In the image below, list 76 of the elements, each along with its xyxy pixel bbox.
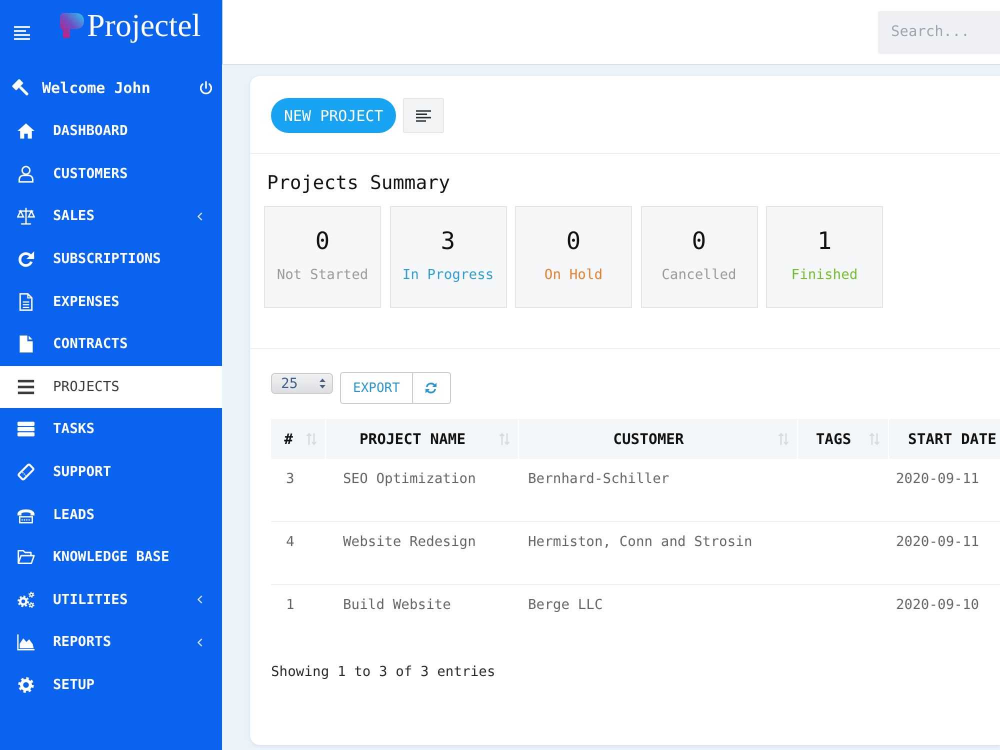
entries-info: Showing 1 to 3 of 3 entries — [271, 664, 496, 681]
sidebar-item[interactable]: KNOWLEDGE BASE — [0, 536, 222, 579]
column-header-cell[interactable]: START DATE — [889, 419, 1000, 459]
search-field[interactable]: Search... — [878, 10, 1000, 54]
gears-icon — [17, 590, 35, 609]
column-header-cell[interactable]: # — [271, 419, 325, 459]
sidebar-item[interactable]: SUBSCRIPTIONS — [0, 238, 222, 280]
stat-count: 0 — [692, 228, 706, 254]
page-size-select[interactable]: 25 — [271, 373, 333, 394]
folder-icon — [17, 548, 35, 566]
column-title: # — [283, 430, 294, 448]
stat-label: In Progress — [402, 267, 494, 284]
sidebar-item[interactable]: TASKS — [0, 408, 222, 451]
column-header-cell[interactable]: CUSTOMER — [519, 419, 797, 459]
column-title: CUSTOMER — [612, 430, 685, 448]
sidebar-item[interactable]: CUSTOMERS — [0, 152, 222, 196]
column-title: PROJECT NAME — [358, 430, 467, 448]
power-icon[interactable] — [199, 81, 213, 95]
hammer-icon — [12, 78, 31, 98]
sidebar-item[interactable]: SALES — [0, 195, 222, 238]
project-name: SEO Optimization — [343, 471, 476, 487]
start-date: 2020-09-10 — [896, 597, 980, 613]
project-number: 4 — [286, 534, 294, 550]
stat-count: 0 — [315, 228, 330, 254]
area-chart-icon — [17, 633, 35, 652]
project-number: 1 — [286, 597, 294, 613]
stat-count: 3 — [440, 228, 456, 254]
list-view-button[interactable] — [403, 98, 444, 133]
customer-name: Berge LLC — [528, 597, 603, 613]
document-icon — [17, 292, 35, 311]
user-icon — [17, 164, 35, 183]
refresh-button[interactable] — [412, 372, 451, 404]
column-header-cell[interactable]: PROJECT NAME — [326, 419, 518, 459]
project-name: Build Website — [343, 597, 451, 613]
sidebar-item[interactable]: PROJECTS — [0, 366, 222, 408]
start-date: 2020-09-11 — [896, 534, 980, 550]
sidebar-item[interactable]: SUPPORT — [0, 450, 222, 494]
project-name: Website Redesign — [343, 534, 476, 550]
stat-label: On Hold — [544, 267, 603, 284]
sidebar-item[interactable]: SETUP — [0, 664, 222, 706]
column-title: START DATE — [908, 430, 996, 448]
sidebar-item[interactable]: EXPENSES — [0, 280, 222, 323]
file-icon — [17, 335, 35, 354]
start-date: 2020-09-11 — [896, 471, 980, 487]
column-header-cell[interactable]: TAGS — [798, 419, 888, 459]
logo-icon — [60, 13, 84, 38]
customer-name: Hermiston, Conn and Strosin — [528, 534, 752, 550]
sidebar-item[interactable]: DASHBOARD — [0, 110, 222, 153]
refresh-icon — [425, 382, 438, 394]
project-number: 3 — [286, 471, 294, 487]
sidebar-item[interactable]: UTILITIES — [0, 578, 222, 622]
stat-count: 1 — [817, 228, 832, 254]
bars-icon — [17, 378, 35, 396]
section-title: Projects Summary — [267, 171, 452, 195]
refresh-icon — [17, 250, 35, 268]
stat-count: 0 — [566, 228, 581, 254]
ticket-icon — [17, 463, 35, 482]
export-button[interactable]: EXPORT — [340, 372, 413, 404]
stat-label: Finished — [791, 267, 858, 284]
customer-name: Bernhard-Schiller — [528, 471, 670, 487]
stepper-icon — [319, 378, 326, 389]
stat-label: Cancelled — [662, 267, 736, 284]
gear-icon — [17, 676, 35, 694]
align-left-icon — [416, 110, 432, 122]
welcome-text: Welcome John — [42, 79, 150, 97]
stack-icon — [17, 420, 35, 438]
sidebar-item[interactable]: REPORTS — [0, 621, 222, 664]
menu-icon[interactable] — [14, 26, 30, 40]
sidebar-item[interactable]: LEADS — [0, 493, 222, 536]
scale-icon — [17, 207, 35, 226]
stat-label: Not Started — [276, 267, 368, 284]
home-icon — [17, 122, 35, 140]
new-project-button[interactable]: NEW PROJECT — [271, 98, 396, 133]
sidebar-item[interactable]: CONTRACTS — [0, 322, 222, 366]
column-title: TAGS — [814, 430, 852, 448]
logo-text: Projectel — [87, 7, 201, 43]
